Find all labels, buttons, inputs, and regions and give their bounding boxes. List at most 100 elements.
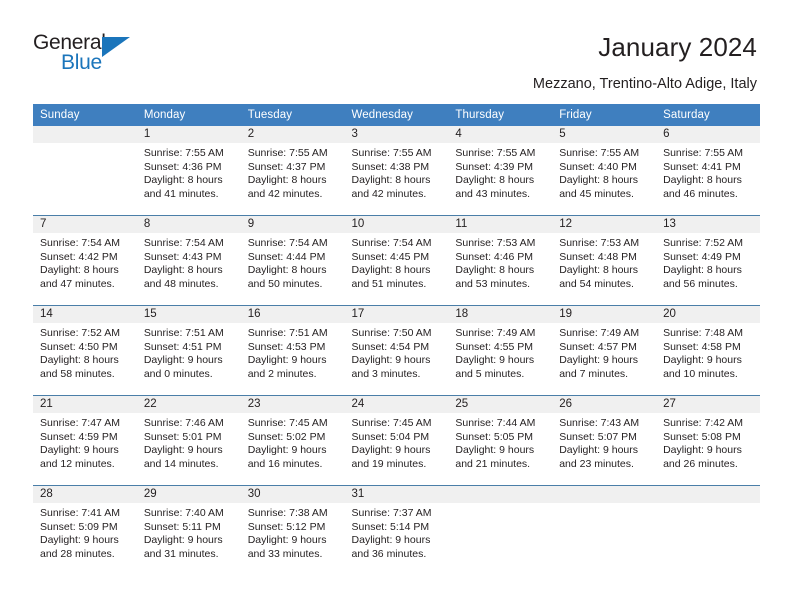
calendar-day-cell[interactable]: 13 Sunrise: 7:52 AM Sunset: 4:49 PM Dayligh… [656, 215, 760, 306]
calendar-day-cell[interactable]: 10 Sunrise: 7:54 AM Sunset: 4:45 PM Dayligh… [344, 215, 449, 306]
day-details: Sunrise: 7:37 AM Sunset: 5:14 PM Daylight:… [345, 503, 449, 561]
sunrise-time: Sunrise: 7:40 AM [143, 507, 224, 519]
sunset-time: Sunset: 5:08 PM [663, 430, 741, 443]
day-number: 29 [136, 486, 241, 503]
calendar-day-cell[interactable]: 8 Sunrise: 7:54 AM Sunset: 4:43 PM Daylight… [136, 215, 241, 306]
day-details: Sunrise: 7:45 AM Sunset: 5:04 PM Daylight:… [345, 413, 449, 471]
daylight-duration-line2: and 53 minutes. [455, 277, 531, 290]
calendar-day-cell[interactable]: 28 Sunrise: 7:41 AM Sunset: 5:09 PM Dayligh… [33, 485, 137, 575]
calendar-day-cell[interactable]: 1 Sunrise: 7:55 AM Sunset: 4:36 PM Daylight… [136, 126, 241, 216]
calendar-day-cell[interactable]: 2 Sunrise: 7:55 AM Sunset: 4:37 PM Daylight… [240, 126, 345, 216]
sunrise-time: Sunrise: 7:49 AM [455, 327, 536, 339]
calendar-day-cell[interactable]: 14 Sunrise: 7:52 AM Sunset: 4:50 PM Dayligh… [33, 305, 137, 396]
calendar-day-cell[interactable]: 21 Sunrise: 7:47 AM Sunset: 4:59 PM Dayligh… [33, 395, 137, 486]
calendar-week-row: 14 Sunrise: 7:52 AM Sunset: 4:50 PM Dayligh… [33, 305, 760, 396]
calendar-day-cell[interactable]: 9 Sunrise: 7:54 AM Sunset: 4:44 PM Daylight… [240, 215, 345, 306]
calendar-day-cell[interactable]: 27 Sunrise: 7:42 AM Sunset: 5:08 PM Dayligh… [656, 395, 760, 486]
day-number: 24 [344, 396, 449, 413]
daylight-duration-line1: Daylight: 9 hours [559, 354, 639, 367]
daylight-duration-line2: and 41 minutes. [143, 187, 219, 200]
sunset-time: Sunset: 5:09 PM [40, 520, 118, 533]
calendar-day-cell[interactable]: 16 Sunrise: 7:51 AM Sunset: 4:53 PM Dayligh… [240, 305, 345, 396]
day-number: 7 [33, 216, 137, 233]
calendar-page: General Blue January 2024 Mezzano, Trent… [0, 0, 792, 612]
weekday-header-saturday: Saturday [656, 104, 760, 126]
calendar-day-cell[interactable]: 4 Sunrise: 7:55 AM Sunset: 4:39 PM Daylight… [448, 126, 553, 216]
sunset-time: Sunset: 5:14 PM [351, 520, 430, 533]
calendar-empty-cell [448, 485, 553, 575]
daylight-duration-line1: Daylight: 8 hours [455, 174, 535, 187]
calendar-day-cell[interactable]: 22 Sunrise: 7:46 AM Sunset: 5:01 PM Dayligh… [136, 395, 241, 486]
day-number: 17 [344, 306, 449, 323]
calendar-body: 1 Sunrise: 7:55 AM Sunset: 4:36 PM Daylight… [33, 126, 760, 575]
logo-text-general: General [33, 31, 106, 54]
calendar-day-cell[interactable]: 3 Sunrise: 7:55 AM Sunset: 4:38 PM Daylight… [344, 126, 449, 216]
page-header: General Blue January 2024 Mezzano, Trent… [0, 0, 792, 100]
daylight-duration-line1: Daylight: 8 hours [663, 174, 742, 187]
sunset-time: Sunset: 4:50 PM [40, 340, 118, 353]
sunset-time: Sunset: 4:42 PM [40, 250, 118, 263]
daylight-duration-line1: Daylight: 9 hours [663, 444, 742, 457]
calendar-empty-cell [33, 126, 137, 216]
day-number [552, 486, 657, 503]
calendar-day-cell[interactable]: 29 Sunrise: 7:40 AM Sunset: 5:11 PM Dayligh… [136, 485, 241, 575]
calendar-day-cell[interactable]: 20 Sunrise: 7:48 AM Sunset: 4:58 PM Dayligh… [656, 305, 760, 396]
calendar-day-cell[interactable]: 11 Sunrise: 7:53 AM Sunset: 4:46 PM Dayligh… [448, 215, 553, 306]
daylight-duration-line2: and 45 minutes. [559, 187, 634, 200]
sunset-time: Sunset: 4:59 PM [40, 430, 118, 443]
day-details: Sunrise: 7:42 AM Sunset: 5:08 PM Daylight:… [656, 413, 760, 471]
daylight-duration-line2: and 26 minutes. [663, 457, 738, 470]
day-details: Sunrise: 7:55 AM Sunset: 4:37 PM Daylight:… [241, 143, 345, 201]
page-subtitle: Mezzano, Trentino-Alto Adige, Italy [532, 76, 757, 92]
calendar-day-cell[interactable]: 15 Sunrise: 7:51 AM Sunset: 4:51 PM Dayligh… [136, 305, 241, 396]
day-details: Sunrise: 7:49 AM Sunset: 4:57 PM Daylight:… [552, 323, 656, 381]
day-number: 11 [448, 216, 553, 233]
calendar-day-cell[interactable]: 30 Sunrise: 7:38 AM Sunset: 5:12 PM Dayligh… [240, 485, 345, 575]
day-details: Sunrise: 7:47 AM Sunset: 4:59 PM Daylight:… [33, 413, 137, 471]
calendar-week-row: 7 Sunrise: 7:54 AM Sunset: 4:42 PM Daylight… [33, 215, 760, 306]
sunset-time: Sunset: 4:58 PM [663, 340, 741, 353]
calendar-day-cell[interactable]: 6 Sunrise: 7:55 AM Sunset: 4:41 PM Daylight… [656, 126, 760, 216]
sunset-time: Sunset: 4:36 PM [143, 160, 222, 173]
calendar-table: Sunday Monday Tuesday Wednesday Thursday… [33, 104, 760, 575]
weekday-header-sunday: Sunday [33, 104, 137, 126]
sunrise-time: Sunrise: 7:44 AM [455, 417, 536, 429]
sunset-time: Sunset: 4:44 PM [247, 250, 326, 263]
daylight-duration-line1: Daylight: 8 hours [247, 174, 327, 187]
calendar-day-cell[interactable]: 7 Sunrise: 7:54 AM Sunset: 4:42 PM Daylight… [33, 215, 137, 306]
calendar-day-cell[interactable]: 23 Sunrise: 7:45 AM Sunset: 5:02 PM Dayligh… [240, 395, 345, 486]
day-details: Sunrise: 7:43 AM Sunset: 5:07 PM Daylight:… [552, 413, 656, 471]
calendar-day-cell[interactable]: 17 Sunrise: 7:50 AM Sunset: 4:54 PM Dayligh… [344, 305, 449, 396]
sunset-time: Sunset: 4:40 PM [559, 160, 637, 173]
sunset-time: Sunset: 5:01 PM [143, 430, 222, 443]
sunrise-time: Sunrise: 7:55 AM [559, 147, 640, 159]
calendar-week-row: 28 Sunrise: 7:41 AM Sunset: 5:09 PM Dayligh… [33, 485, 760, 575]
sunset-time: Sunset: 4:46 PM [455, 250, 534, 263]
daylight-duration-line2: and 48 minutes. [143, 277, 219, 290]
calendar-day-cell[interactable]: 12 Sunrise: 7:53 AM Sunset: 4:48 PM Dayligh… [552, 215, 657, 306]
calendar-day-cell[interactable]: 18 Sunrise: 7:49 AM Sunset: 4:55 PM Dayligh… [448, 305, 553, 396]
calendar-day-cell[interactable]: 26 Sunrise: 7:43 AM Sunset: 5:07 PM Dayligh… [552, 395, 657, 486]
day-number: 14 [33, 306, 137, 323]
day-number: 16 [240, 306, 345, 323]
sunrise-time: Sunrise: 7:48 AM [663, 327, 744, 339]
calendar-day-cell[interactable]: 25 Sunrise: 7:44 AM Sunset: 5:05 PM Dayligh… [448, 395, 553, 486]
daylight-duration-line1: Daylight: 9 hours [351, 354, 431, 367]
daylight-duration-line2: and 43 minutes. [455, 187, 531, 200]
day-details: Sunrise: 7:38 AM Sunset: 5:12 PM Daylight:… [241, 503, 345, 561]
day-number: 12 [552, 216, 657, 233]
day-number: 2 [240, 126, 345, 143]
day-details: Sunrise: 7:55 AM Sunset: 4:36 PM Daylight:… [137, 143, 241, 201]
day-details: Sunrise: 7:55 AM Sunset: 4:41 PM Daylight:… [656, 143, 760, 201]
day-details: Sunrise: 7:54 AM Sunset: 4:42 PM Daylight:… [33, 233, 137, 291]
calendar-week-row: 1 Sunrise: 7:55 AM Sunset: 4:36 PM Daylight… [33, 126, 760, 216]
daylight-duration-line1: Daylight: 8 hours [351, 174, 431, 187]
sunrise-time: Sunrise: 7:54 AM [40, 237, 120, 249]
day-number: 8 [136, 216, 241, 233]
calendar-day-cell[interactable]: 5 Sunrise: 7:55 AM Sunset: 4:40 PM Daylight… [552, 126, 657, 216]
calendar-day-cell[interactable]: 24 Sunrise: 7:45 AM Sunset: 5:04 PM Dayligh… [344, 395, 449, 486]
calendar-day-cell[interactable]: 19 Sunrise: 7:49 AM Sunset: 4:57 PM Dayligh… [552, 305, 657, 396]
calendar-day-cell[interactable]: 31 Sunrise: 7:37 AM Sunset: 5:14 PM Dayligh… [344, 485, 449, 575]
daylight-duration-line2: and 56 minutes. [663, 277, 738, 290]
sunrise-time: Sunrise: 7:49 AM [559, 327, 640, 339]
